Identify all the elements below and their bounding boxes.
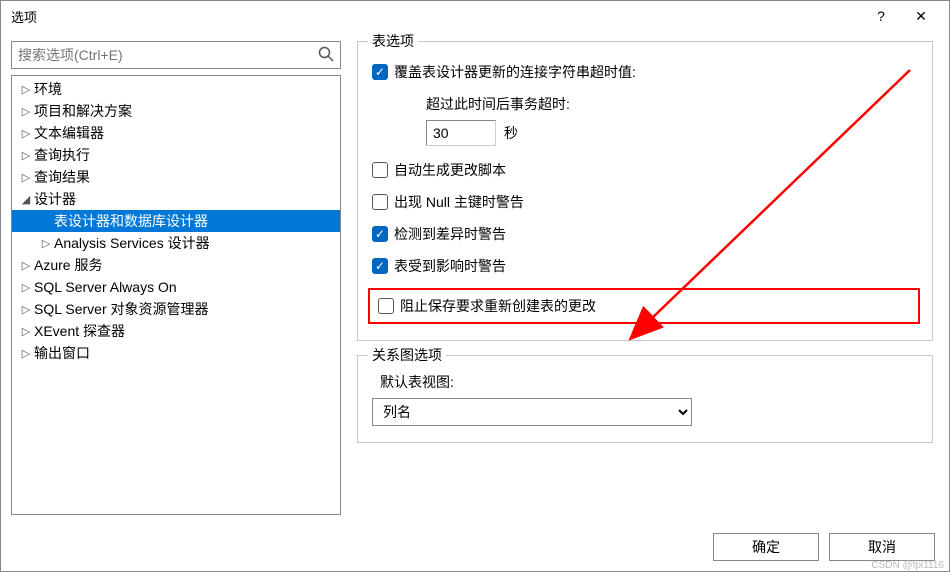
options-dialog: 选项 ? ✕ ▷环境▷项目和解决方案▷文本编辑器▷查询执行▷查询结果◢设计器表设… [0, 0, 950, 572]
dialog-footer: 确定 取消 [1, 523, 949, 571]
options-tree[interactable]: ▷环境▷项目和解决方案▷文本编辑器▷查询执行▷查询结果◢设计器表设计器和数据库设… [11, 75, 341, 515]
tree-item-label: 设计器 [34, 189, 76, 209]
tree-item-label: 查询结果 [34, 167, 90, 187]
help-icon: ? [877, 8, 885, 24]
diff-warn-label: 检测到差异时警告 [394, 224, 506, 244]
tree-item-label: 输出窗口 [34, 343, 90, 363]
prevent-save-row[interactable]: 阻止保存要求重新创建表的更改 [378, 296, 910, 316]
group-title-table: 表选项 [368, 31, 418, 51]
diff-warn-row[interactable]: ✓ 检测到差异时警告 [372, 224, 918, 244]
tree-item-3[interactable]: ▷查询执行 [12, 144, 340, 166]
tree-arrow-icon: ▷ [18, 325, 34, 338]
override-connstring-checkbox[interactable]: ✓ [372, 64, 388, 80]
tree-arrow-icon: ▷ [18, 281, 34, 294]
tree-item-label: 查询执行 [34, 145, 90, 165]
timeout-section: 超过此时间后事务超时: 秒 [402, 94, 918, 146]
override-connstring-label: 覆盖表设计器更新的连接字符串超时值: [394, 62, 636, 82]
tree-item-12[interactable]: ▷输出窗口 [12, 342, 340, 364]
tree-arrow-icon: ▷ [18, 105, 34, 118]
tree-arrow-icon: ▷ [18, 303, 34, 316]
tree-arrow-icon: ▷ [18, 149, 34, 162]
tree-item-label: 表设计器和数据库设计器 [54, 211, 208, 231]
timeout-unit: 秒 [504, 123, 518, 143]
tree-arrow-icon: ▷ [18, 259, 34, 272]
tree-item-9[interactable]: ▷SQL Server Always On [12, 276, 340, 298]
close-button[interactable]: ✕ [901, 2, 941, 30]
prevent-save-highlight: 阻止保存要求重新创建表的更改 [368, 288, 920, 324]
tree-arrow-icon: ▷ [38, 237, 54, 250]
timeout-input[interactable] [426, 120, 496, 146]
tree-item-label: Azure 服务 [34, 255, 102, 275]
dialog-title: 选项 [11, 7, 861, 26]
content-area: ▷环境▷项目和解决方案▷文本编辑器▷查询执行▷查询结果◢设计器表设计器和数据库设… [1, 31, 949, 523]
tree-item-5[interactable]: ◢设计器 [12, 188, 340, 210]
tree-arrow-icon: ▷ [18, 347, 34, 360]
watermark: CSDN @fpl1116 [871, 560, 944, 571]
tree-arrow-icon: ▷ [18, 127, 34, 140]
tree-item-label: XEvent 探查器 [34, 321, 125, 341]
tree-item-4[interactable]: ▷查询结果 [12, 166, 340, 188]
search-input[interactable] [11, 41, 341, 69]
default-view-label: 默认表视图: [380, 372, 918, 392]
tree-item-8[interactable]: ▷Azure 服务 [12, 254, 340, 276]
tree-item-label: 项目和解决方案 [34, 101, 132, 121]
tree-item-0[interactable]: ▷环境 [12, 78, 340, 100]
table-options-group: 表选项 ✓ 覆盖表设计器更新的连接字符串超时值: 超过此时间后事务超时: 秒 自… [357, 41, 933, 341]
affect-warn-label: 表受到影响时警告 [394, 256, 506, 276]
search-wrap [11, 41, 341, 69]
group-title-diagram: 关系图选项 [368, 345, 446, 365]
tree-item-6[interactable]: 表设计器和数据库设计器 [12, 210, 340, 232]
auto-script-row[interactable]: 自动生成更改脚本 [372, 160, 918, 180]
tree-item-1[interactable]: ▷项目和解决方案 [12, 100, 340, 122]
tree-item-2[interactable]: ▷文本编辑器 [12, 122, 340, 144]
search-icon[interactable] [317, 45, 335, 68]
auto-script-label: 自动生成更改脚本 [394, 160, 506, 180]
titlebar: 选项 ? ✕ [1, 1, 949, 31]
tree-item-label: Analysis Services 设计器 [54, 233, 210, 253]
null-warn-row[interactable]: 出现 Null 主键时警告 [372, 192, 918, 212]
right-panel: 表选项 ✓ 覆盖表设计器更新的连接字符串超时值: 超过此时间后事务超时: 秒 自… [351, 41, 939, 515]
ok-button[interactable]: 确定 [713, 533, 819, 561]
tree-item-label: 文本编辑器 [34, 123, 104, 143]
tree-item-7[interactable]: ▷Analysis Services 设计器 [12, 232, 340, 254]
override-connstring-row[interactable]: ✓ 覆盖表设计器更新的连接字符串超时值: [372, 62, 918, 82]
left-panel: ▷环境▷项目和解决方案▷文本编辑器▷查询执行▷查询结果◢设计器表设计器和数据库设… [11, 41, 341, 515]
tree-item-11[interactable]: ▷XEvent 探查器 [12, 320, 340, 342]
null-warn-label: 出现 Null 主键时警告 [394, 192, 524, 212]
tree-item-label: 环境 [34, 79, 62, 99]
affect-warn-checkbox[interactable]: ✓ [372, 258, 388, 274]
prevent-save-label: 阻止保存要求重新创建表的更改 [400, 296, 596, 316]
tree-arrow-icon: ▷ [18, 171, 34, 184]
close-icon: ✕ [915, 8, 927, 25]
default-view-select[interactable]: 列名 [372, 398, 692, 426]
auto-script-checkbox[interactable] [372, 162, 388, 178]
tree-item-label: SQL Server Always On [34, 279, 177, 295]
tree-arrow-icon: ◢ [18, 193, 34, 206]
prevent-save-checkbox[interactable] [378, 298, 394, 314]
null-warn-checkbox[interactable] [372, 194, 388, 210]
affect-warn-row[interactable]: ✓ 表受到影响时警告 [372, 256, 918, 276]
tree-item-10[interactable]: ▷SQL Server 对象资源管理器 [12, 298, 340, 320]
timeout-label: 超过此时间后事务超时: [426, 94, 918, 114]
diagram-options-group: 关系图选项 默认表视图: 列名 [357, 355, 933, 443]
cancel-button[interactable]: 取消 [829, 533, 935, 561]
tree-item-label: SQL Server 对象资源管理器 [34, 299, 209, 319]
help-button[interactable]: ? [861, 2, 901, 30]
diff-warn-checkbox[interactable]: ✓ [372, 226, 388, 242]
tree-arrow-icon: ▷ [18, 83, 34, 96]
